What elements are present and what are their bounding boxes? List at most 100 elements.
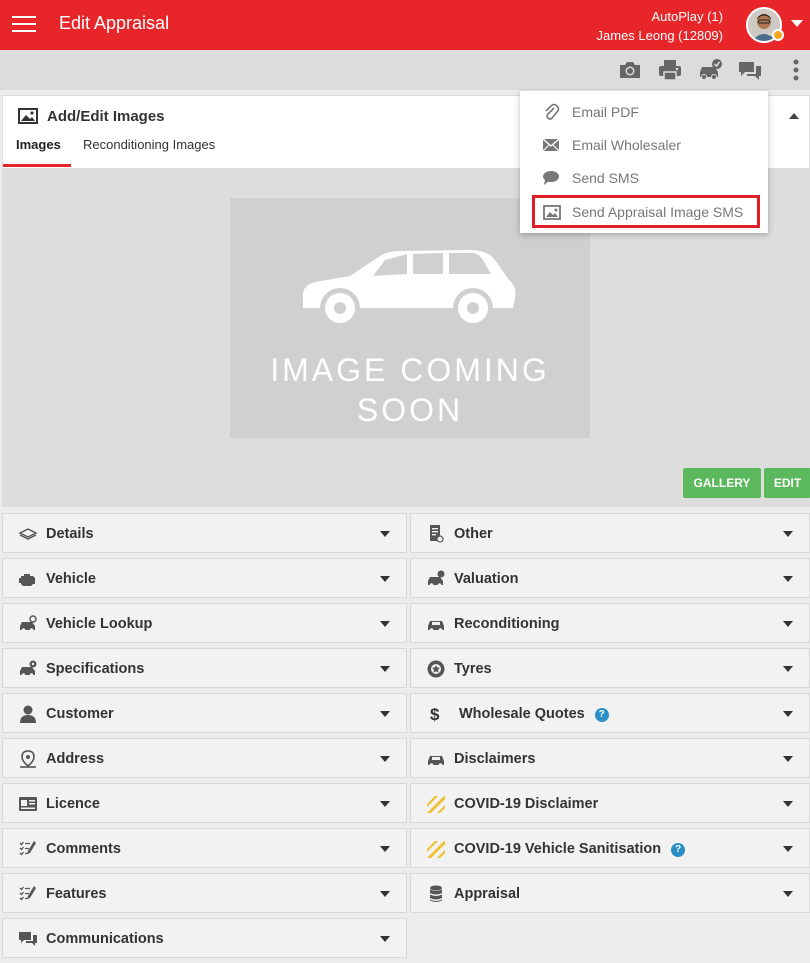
section-label: Comments bbox=[46, 841, 121, 857]
top-app-bar: Edit Appraisal AutoPlay (1) James Leong … bbox=[0, 0, 810, 50]
chevron-down-icon bbox=[783, 711, 793, 717]
chevron-down-icon bbox=[380, 846, 390, 852]
hazard-stripes-icon bbox=[427, 841, 445, 858]
car-silhouette-icon bbox=[302, 250, 516, 328]
chevron-down-icon bbox=[380, 621, 390, 627]
section-label-text: Wholesale Quotes bbox=[459, 706, 585, 722]
chevron-down-icon bbox=[380, 936, 390, 942]
database-icon bbox=[430, 885, 442, 902]
camera-icon[interactable] bbox=[617, 57, 643, 83]
section-label: Address bbox=[46, 751, 105, 767]
chevron-down-icon bbox=[783, 666, 793, 672]
chevron-down-icon bbox=[783, 801, 793, 807]
section-label: Vehicle Lookup bbox=[46, 616, 153, 632]
section-tyres[interactable]: Tyres bbox=[410, 648, 810, 688]
page-title: Edit Appraisal bbox=[59, 13, 170, 33]
car-icon bbox=[428, 621, 444, 632]
section-label: Features bbox=[46, 886, 107, 902]
help-icon[interactable]: ? bbox=[594, 708, 609, 722]
section-address[interactable]: Address bbox=[2, 738, 407, 778]
tyre-icon bbox=[427, 660, 445, 678]
user-menu-caret-icon[interactable] bbox=[791, 20, 803, 27]
section-licence[interactable]: Licence bbox=[2, 783, 407, 823]
images-panel-title: Add/Edit Images bbox=[47, 108, 165, 125]
dealer-name: AutoPlay (1) bbox=[651, 9, 723, 24]
user-name: James Leong (12809) bbox=[596, 28, 723, 43]
section-label: Licence bbox=[46, 796, 100, 812]
section-vehicle[interactable]: Vehicle bbox=[2, 558, 407, 598]
chevron-down-icon bbox=[783, 891, 793, 897]
menu-item-label: Email PDF bbox=[572, 104, 639, 120]
tab-reconditioning-images[interactable]: Reconditioning Images bbox=[83, 137, 215, 167]
section-valuation[interactable]: Valuation bbox=[410, 558, 810, 598]
chevron-down-icon bbox=[380, 576, 390, 582]
online-status-dot bbox=[772, 29, 784, 41]
section-label: Appraisal bbox=[454, 886, 521, 902]
menu-item-send-sms[interactable]: Send SMS bbox=[520, 161, 768, 194]
section-label: Reconditioning bbox=[454, 616, 560, 632]
section-label: Other bbox=[454, 526, 493, 542]
menu-item-label: Email Wholesaler bbox=[572, 137, 681, 153]
chevron-down-icon bbox=[380, 666, 390, 672]
more-vertical-icon[interactable] bbox=[783, 57, 809, 83]
section-disclaimers[interactable]: Disclaimers bbox=[410, 738, 810, 778]
section-comments[interactable]: Comments bbox=[2, 828, 407, 868]
menu-item-email-pdf[interactable]: Email PDF bbox=[520, 95, 768, 128]
menu-item-label: Send Appraisal Image SMS bbox=[572, 204, 744, 220]
chevron-down-icon bbox=[783, 576, 793, 582]
chevron-down-icon bbox=[380, 531, 390, 537]
placeholder-line-1: IMAGE COMING bbox=[270, 352, 550, 388]
image-icon bbox=[18, 108, 38, 124]
section-communications[interactable]: Communications bbox=[2, 918, 407, 958]
section-covid-vehicle-sanitisation[interactable]: COVID-19 Vehicle Sanitisation? bbox=[410, 828, 810, 868]
section-specifications[interactable]: Specifications bbox=[2, 648, 407, 688]
printer-icon[interactable] bbox=[657, 57, 683, 83]
section-vehicle-lookup[interactable]: Vehicle Lookup bbox=[2, 603, 407, 643]
placeholder-line-2: SOON bbox=[356, 392, 464, 428]
car-gear-icon bbox=[20, 660, 37, 677]
chevron-down-icon bbox=[380, 891, 390, 897]
section-details[interactable]: Details bbox=[2, 513, 407, 553]
user-info[interactable]: AutoPlay (1) James Leong (12809) bbox=[597, 7, 723, 45]
section-label: Customer bbox=[46, 706, 114, 722]
help-icon[interactable]: ? bbox=[671, 843, 686, 857]
communications-dropdown-menu: Email PDF Email Wholesaler Send SMS Send… bbox=[520, 91, 768, 233]
car-check-icon[interactable] bbox=[697, 57, 723, 83]
menu-item-label: Send SMS bbox=[572, 170, 639, 186]
action-toolbar bbox=[0, 50, 810, 90]
chevron-down-icon bbox=[783, 531, 793, 537]
section-reconditioning[interactable]: Reconditioning bbox=[410, 603, 810, 643]
collapse-up-icon[interactable] bbox=[789, 113, 799, 119]
section-other[interactable]: Other bbox=[410, 513, 810, 553]
engine-icon bbox=[19, 574, 35, 586]
section-wholesale-quotes[interactable]: $ Wholesale Quotes? bbox=[410, 693, 810, 733]
menu-item-send-appraisal-image-sms[interactable]: Send Appraisal Image SMS bbox=[532, 195, 760, 228]
edit-button[interactable]: EDIT bbox=[764, 468, 810, 498]
chevron-down-icon bbox=[783, 621, 793, 627]
section-customer[interactable]: Customer bbox=[2, 693, 407, 733]
person-icon bbox=[20, 705, 36, 723]
section-features[interactable]: Features bbox=[2, 873, 407, 913]
menu-item-email-wholesaler[interactable]: Email Wholesaler bbox=[520, 128, 768, 161]
hamburger-menu-icon[interactable] bbox=[12, 14, 36, 34]
section-label: Tyres bbox=[454, 661, 492, 677]
chat-icon[interactable] bbox=[737, 57, 763, 83]
car-icon bbox=[428, 756, 444, 767]
layers-icon bbox=[18, 528, 38, 540]
checklist-pen-icon bbox=[19, 886, 36, 901]
chevron-down-icon bbox=[783, 756, 793, 762]
document-icon bbox=[430, 525, 444, 543]
car-dollar-icon bbox=[428, 570, 445, 587]
section-label: COVID-19 Vehicle Sanitisation? bbox=[454, 841, 686, 857]
car-search-icon bbox=[20, 615, 37, 632]
dollar-icon: $ bbox=[430, 705, 440, 724]
chat-icon bbox=[19, 932, 37, 946]
section-label: Disclaimers bbox=[454, 751, 536, 767]
tab-images[interactable]: Images bbox=[3, 137, 71, 167]
section-appraisal[interactable]: Appraisal bbox=[410, 873, 810, 913]
section-covid-disclaimer[interactable]: COVID-19 Disclaimer bbox=[410, 783, 810, 823]
checklist-pen-icon bbox=[19, 841, 36, 856]
image-coming-soon-text: IMAGE COMING SOON bbox=[230, 350, 590, 430]
gallery-button[interactable]: GALLERY bbox=[683, 468, 761, 498]
id-card-icon bbox=[19, 797, 37, 811]
